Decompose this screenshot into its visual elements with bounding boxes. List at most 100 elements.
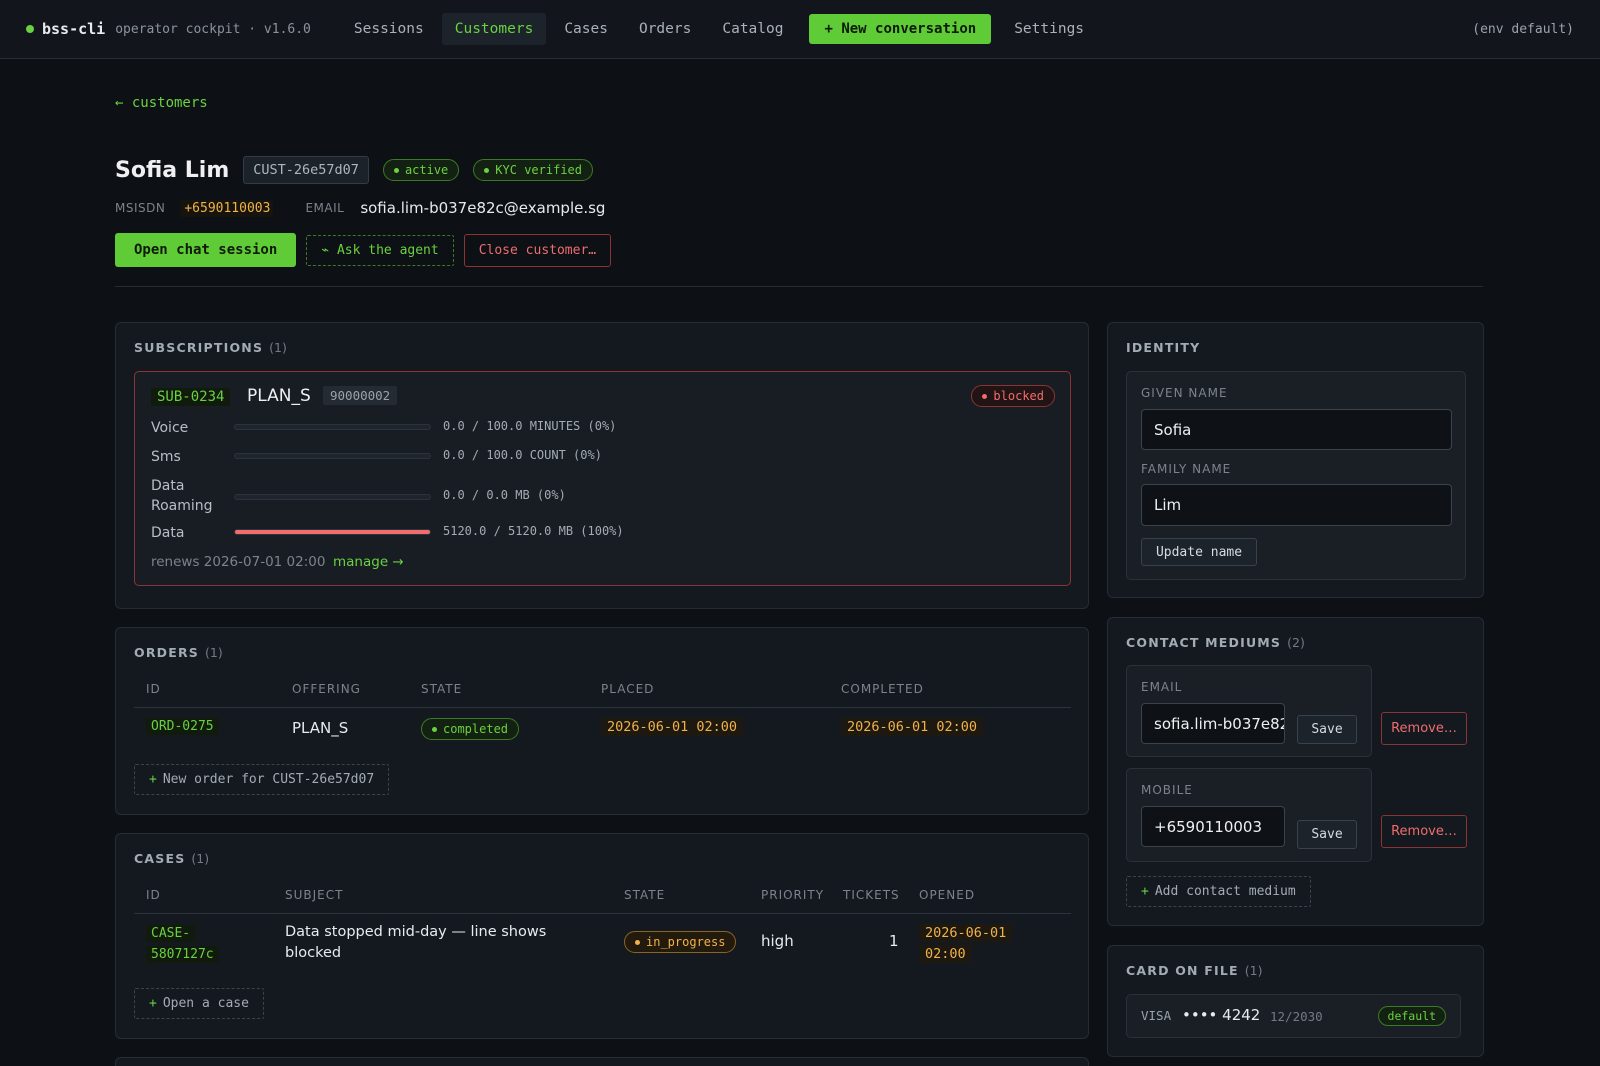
usage-bar (234, 424, 431, 430)
cases-col-state: STATE (624, 888, 666, 902)
order-id[interactable]: ORD-0275 (146, 718, 219, 735)
cases-panel: CASES (1) ID SUBJECT STATE PRIORITY TICKE… (115, 833, 1089, 1039)
nav-catalog[interactable]: Catalog (709, 13, 796, 45)
usage-label: Data (151, 525, 185, 541)
case-id-line1[interactable]: CASE- (146, 925, 196, 942)
card-last4: •••• 4242 (1182, 1006, 1261, 1024)
case-opened-date: 2026-06-01 (919, 924, 1013, 942)
brand-name[interactable]: bss-cli (42, 20, 105, 38)
cases-col-opened: OPENED (919, 888, 976, 902)
plus-icon: + (149, 996, 157, 1011)
case-opened-time: 02:00 (919, 945, 972, 963)
case-id[interactable]: CASE- 5807127c (146, 923, 219, 965)
email-label: EMAIL (305, 201, 345, 215)
status-dot-icon (26, 25, 34, 33)
renews-text: renews 2026-07-01 02:00 (151, 554, 326, 570)
subscription-id[interactable]: SUB-0234 (151, 388, 231, 406)
back-to-customers-link[interactable]: ← customers (115, 95, 208, 111)
contact-email-input[interactable]: sofia.lim-b037e82c@example.sg (1141, 703, 1285, 744)
orders-col-state: STATE (421, 682, 463, 696)
new-order-button[interactable]: + New order for CUST-26e57d07 (134, 764, 390, 795)
orders-col-completed: COMPLETED (841, 682, 924, 696)
contact-medium-email: EMAIL sofia.lim-b037e82c@example.sg Save (1126, 665, 1372, 757)
nav-sessions[interactable]: Sessions (341, 13, 437, 45)
contact-email-label: EMAIL (1141, 680, 1183, 694)
status-badge: active (382, 159, 460, 181)
orders-col-placed: PLACED (601, 682, 655, 696)
usage-row-data: Data 5120.0 / 5120.0 MB (100%) (151, 523, 751, 553)
cases-col-priority: PRIORITY (761, 888, 825, 902)
order-state-badge: completed (421, 718, 520, 740)
nav-customers[interactable]: Customers (441, 13, 547, 45)
open-case-label: Open a case (162, 996, 249, 1011)
payment-card[interactable]: VISA •••• 4242 12/2030 default (1126, 994, 1461, 1038)
given-name-input[interactable]: Sofia (1141, 409, 1452, 450)
subscription-status-badge: blocked (971, 385, 1055, 407)
subscription-msisdn: 90000002 (323, 386, 398, 405)
msisdn-label: MSISDN (115, 201, 166, 215)
remove-email-button[interactable]: Remove… (1381, 712, 1467, 745)
nav-orders[interactable]: Orders (626, 13, 704, 45)
card-brand: VISA (1141, 1008, 1172, 1023)
subscription-card[interactable]: SUB-0234 PLAN_S 90000002 blocked Voice 0… (134, 371, 1071, 586)
cases-col-subject: SUBJECT (285, 888, 344, 902)
case-id-line2[interactable]: 5807127c (146, 946, 219, 963)
top-nav: bss-cli operator cockpit · v1.6.0 Sessio… (0, 0, 1600, 59)
card-on-file-title: CARD ON FILE (1) (1126, 963, 1263, 978)
cases-col-tickets: TICKETS (843, 888, 900, 902)
customer-name: Sofia Lim (115, 157, 230, 183)
new-order-label: New order for CUST-26e57d07 (162, 772, 375, 787)
remove-mobile-button[interactable]: Remove… (1381, 815, 1467, 848)
given-name-label: GIVEN NAME (1141, 386, 1228, 400)
email-value: sofia.lim-b037e82c@example.sg (360, 199, 606, 217)
family-name-label: FAMILY NAME (1141, 462, 1232, 476)
ask-agent-button[interactable]: ⌁ Ask the agent (306, 234, 454, 266)
orders-col-id: ID (146, 682, 161, 696)
usage-fill (235, 530, 430, 534)
usage-label: Sms (151, 449, 181, 465)
identity-form: GIVEN NAME Sofia FAMILY NAME Lim Update … (1126, 371, 1466, 580)
header-divider (115, 286, 1483, 287)
usage-row-data-roaming: Data Roaming 0.0 / 0.0 MB (0%) (151, 476, 751, 518)
plus-icon: + (1141, 884, 1149, 899)
save-mobile-button[interactable]: Save (1297, 820, 1357, 849)
nav-settings[interactable]: Settings (1001, 13, 1097, 45)
add-contact-medium-button[interactable]: + Add contact medium (1126, 876, 1311, 907)
cases-header-divider (134, 913, 1071, 914)
usage-row-sms: Sms 0.0 / 100.0 COUNT (0%) (151, 447, 751, 477)
kyc-badge: KYC verified (473, 159, 593, 181)
nav-cases[interactable]: Cases (551, 13, 621, 45)
env-indicator: (env default) (1472, 21, 1574, 37)
cases-col-id: ID (146, 888, 161, 902)
orders-title: ORDERS (1) (134, 645, 223, 660)
usage-label: Voice (151, 420, 189, 436)
case-tickets: 1 (889, 932, 899, 950)
card-default-badge: default (1377, 1006, 1446, 1026)
identity-title: IDENTITY (1126, 340, 1201, 355)
msisdn-value: +6590110003 (181, 199, 274, 217)
customer-id-badge: CUST-26e57d07 (243, 156, 369, 184)
usage-bar (234, 529, 431, 535)
update-name-button[interactable]: Update name (1141, 538, 1257, 566)
new-conversation-button[interactable]: + New conversation (809, 14, 992, 44)
orders-panel: ORDERS (1) ID OFFERING STATE PLACED COMPL… (115, 627, 1089, 815)
open-case-button[interactable]: + Open a case (134, 988, 264, 1019)
manage-subscription-link[interactable]: manage → (333, 554, 404, 570)
case-state-badge: in_progress (624, 931, 737, 953)
usage-bar (234, 453, 431, 459)
family-name-input[interactable]: Lim (1141, 484, 1452, 526)
add-contact-medium-label: Add contact medium (1154, 884, 1296, 899)
close-customer-button[interactable]: Close customer… (463, 233, 612, 267)
order-offering: PLAN_S (292, 719, 349, 737)
plus-icon: + (149, 772, 157, 787)
case-priority: high (761, 932, 794, 950)
subscriptions-title: SUBSCRIPTIONS (1) (134, 340, 287, 355)
customer-header: Sofia Lim CUST-26e57d07 active KYC verif… (115, 156, 607, 184)
contact-mobile-label: MOBILE (1141, 783, 1193, 797)
cases-title: CASES (1) (134, 851, 210, 866)
contact-mediums-title: CONTACT MEDIUMS (2) (1126, 635, 1305, 650)
open-chat-session-button[interactable]: Open chat session (115, 233, 297, 267)
usage-text: 0.0 / 100.0 COUNT (0%) (443, 448, 602, 462)
save-email-button[interactable]: Save (1297, 715, 1357, 744)
contact-mobile-input[interactable]: +6590110003 (1141, 806, 1285, 847)
